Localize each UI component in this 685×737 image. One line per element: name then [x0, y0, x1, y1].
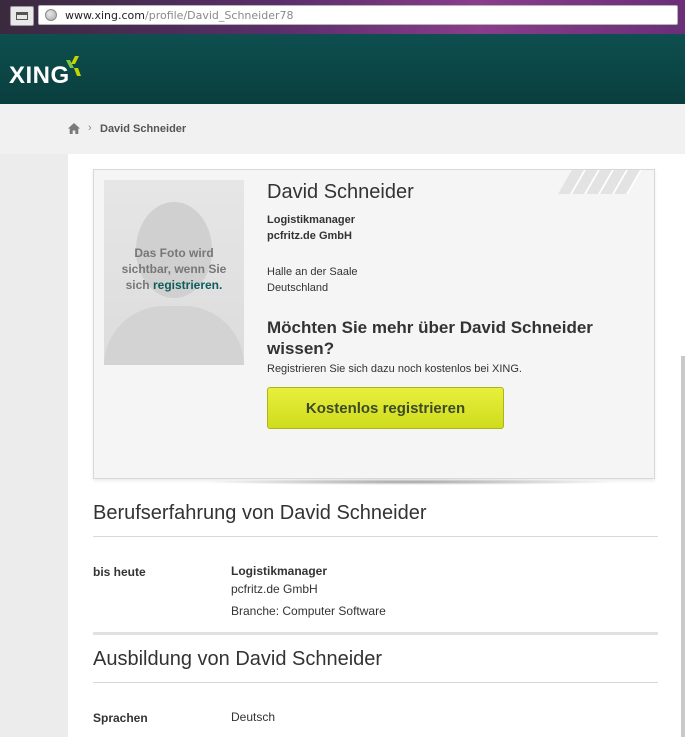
profile-company: pcfritz.de GmbH [267, 230, 352, 242]
profile-country: Deutschland [267, 282, 329, 294]
avatar-shoulders [104, 306, 244, 365]
experience-company: pcfritz.de GmbH [231, 582, 318, 596]
education-title: Ausbildung von David Schneider [93, 648, 383, 670]
home-icon[interactable] [68, 123, 80, 134]
register-link[interactable]: registrieren. [153, 278, 222, 292]
cta-subtext: Registrieren Sie sich dazu noch kostenlo… [267, 363, 522, 375]
chevron-right-icon: › [88, 122, 92, 134]
card-shadow [200, 479, 620, 485]
experience-title: Berufserfahrung von David Schneider [93, 502, 427, 524]
profile-city: Halle an der Saale [267, 266, 358, 278]
divider [93, 682, 658, 683]
photo-hint: Das Foto wird sichtbar, wenn Sie sich re… [121, 246, 227, 292]
languages-value: Deutsch [231, 710, 276, 724]
globe-icon [45, 9, 57, 21]
scrollbar[interactable] [681, 356, 685, 737]
experience-period: bis heute [93, 565, 146, 579]
cta-heading: Möchten Sie mehr über David Schneider wi… [267, 318, 593, 358]
section-divider [93, 632, 658, 635]
xing-logo[interactable]: XING [9, 62, 70, 90]
profile-position: Logistikmanager [267, 214, 356, 226]
profile-location: Halle an der Saale Deutschland [267, 264, 358, 296]
register-button[interactable]: Kostenlos registrieren [267, 387, 504, 429]
xing-x-icon [66, 56, 81, 76]
divider [93, 536, 658, 537]
experience-role: Logistikmanager [231, 564, 328, 578]
breadcrumb-current: David Schneider [100, 123, 187, 135]
profile-name: David Schneider [267, 181, 414, 203]
address-bar[interactable]: www.xing.com/profile/David_Schneider78 [38, 5, 678, 25]
site-header [0, 34, 685, 104]
languages-label: Sprachen [93, 711, 148, 725]
tab-menu-icon[interactable] [10, 6, 34, 26]
url-text: www.xing.com/profile/David_Schneider78 [65, 9, 294, 22]
experience-industry: Branche: Computer Software [231, 604, 386, 618]
experience-entry: Logistikmanager pcfritz.de GmbH Branche:… [231, 562, 386, 620]
profile-job: Logistikmanager pcfritz.de GmbH [267, 212, 355, 244]
